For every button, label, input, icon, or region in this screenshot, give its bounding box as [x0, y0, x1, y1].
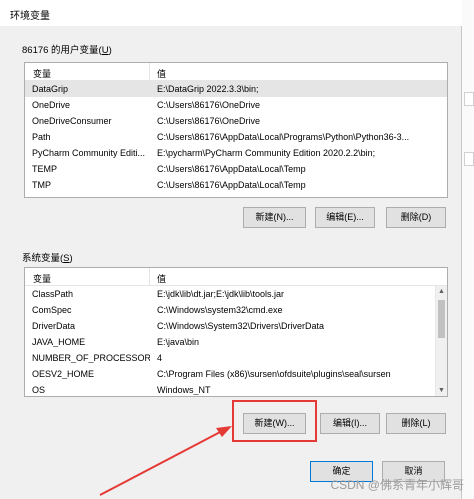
- watermark: CSDN @佛系青年小辉哥: [330, 478, 464, 492]
- annotation-arrow-icon: [99, 426, 232, 496]
